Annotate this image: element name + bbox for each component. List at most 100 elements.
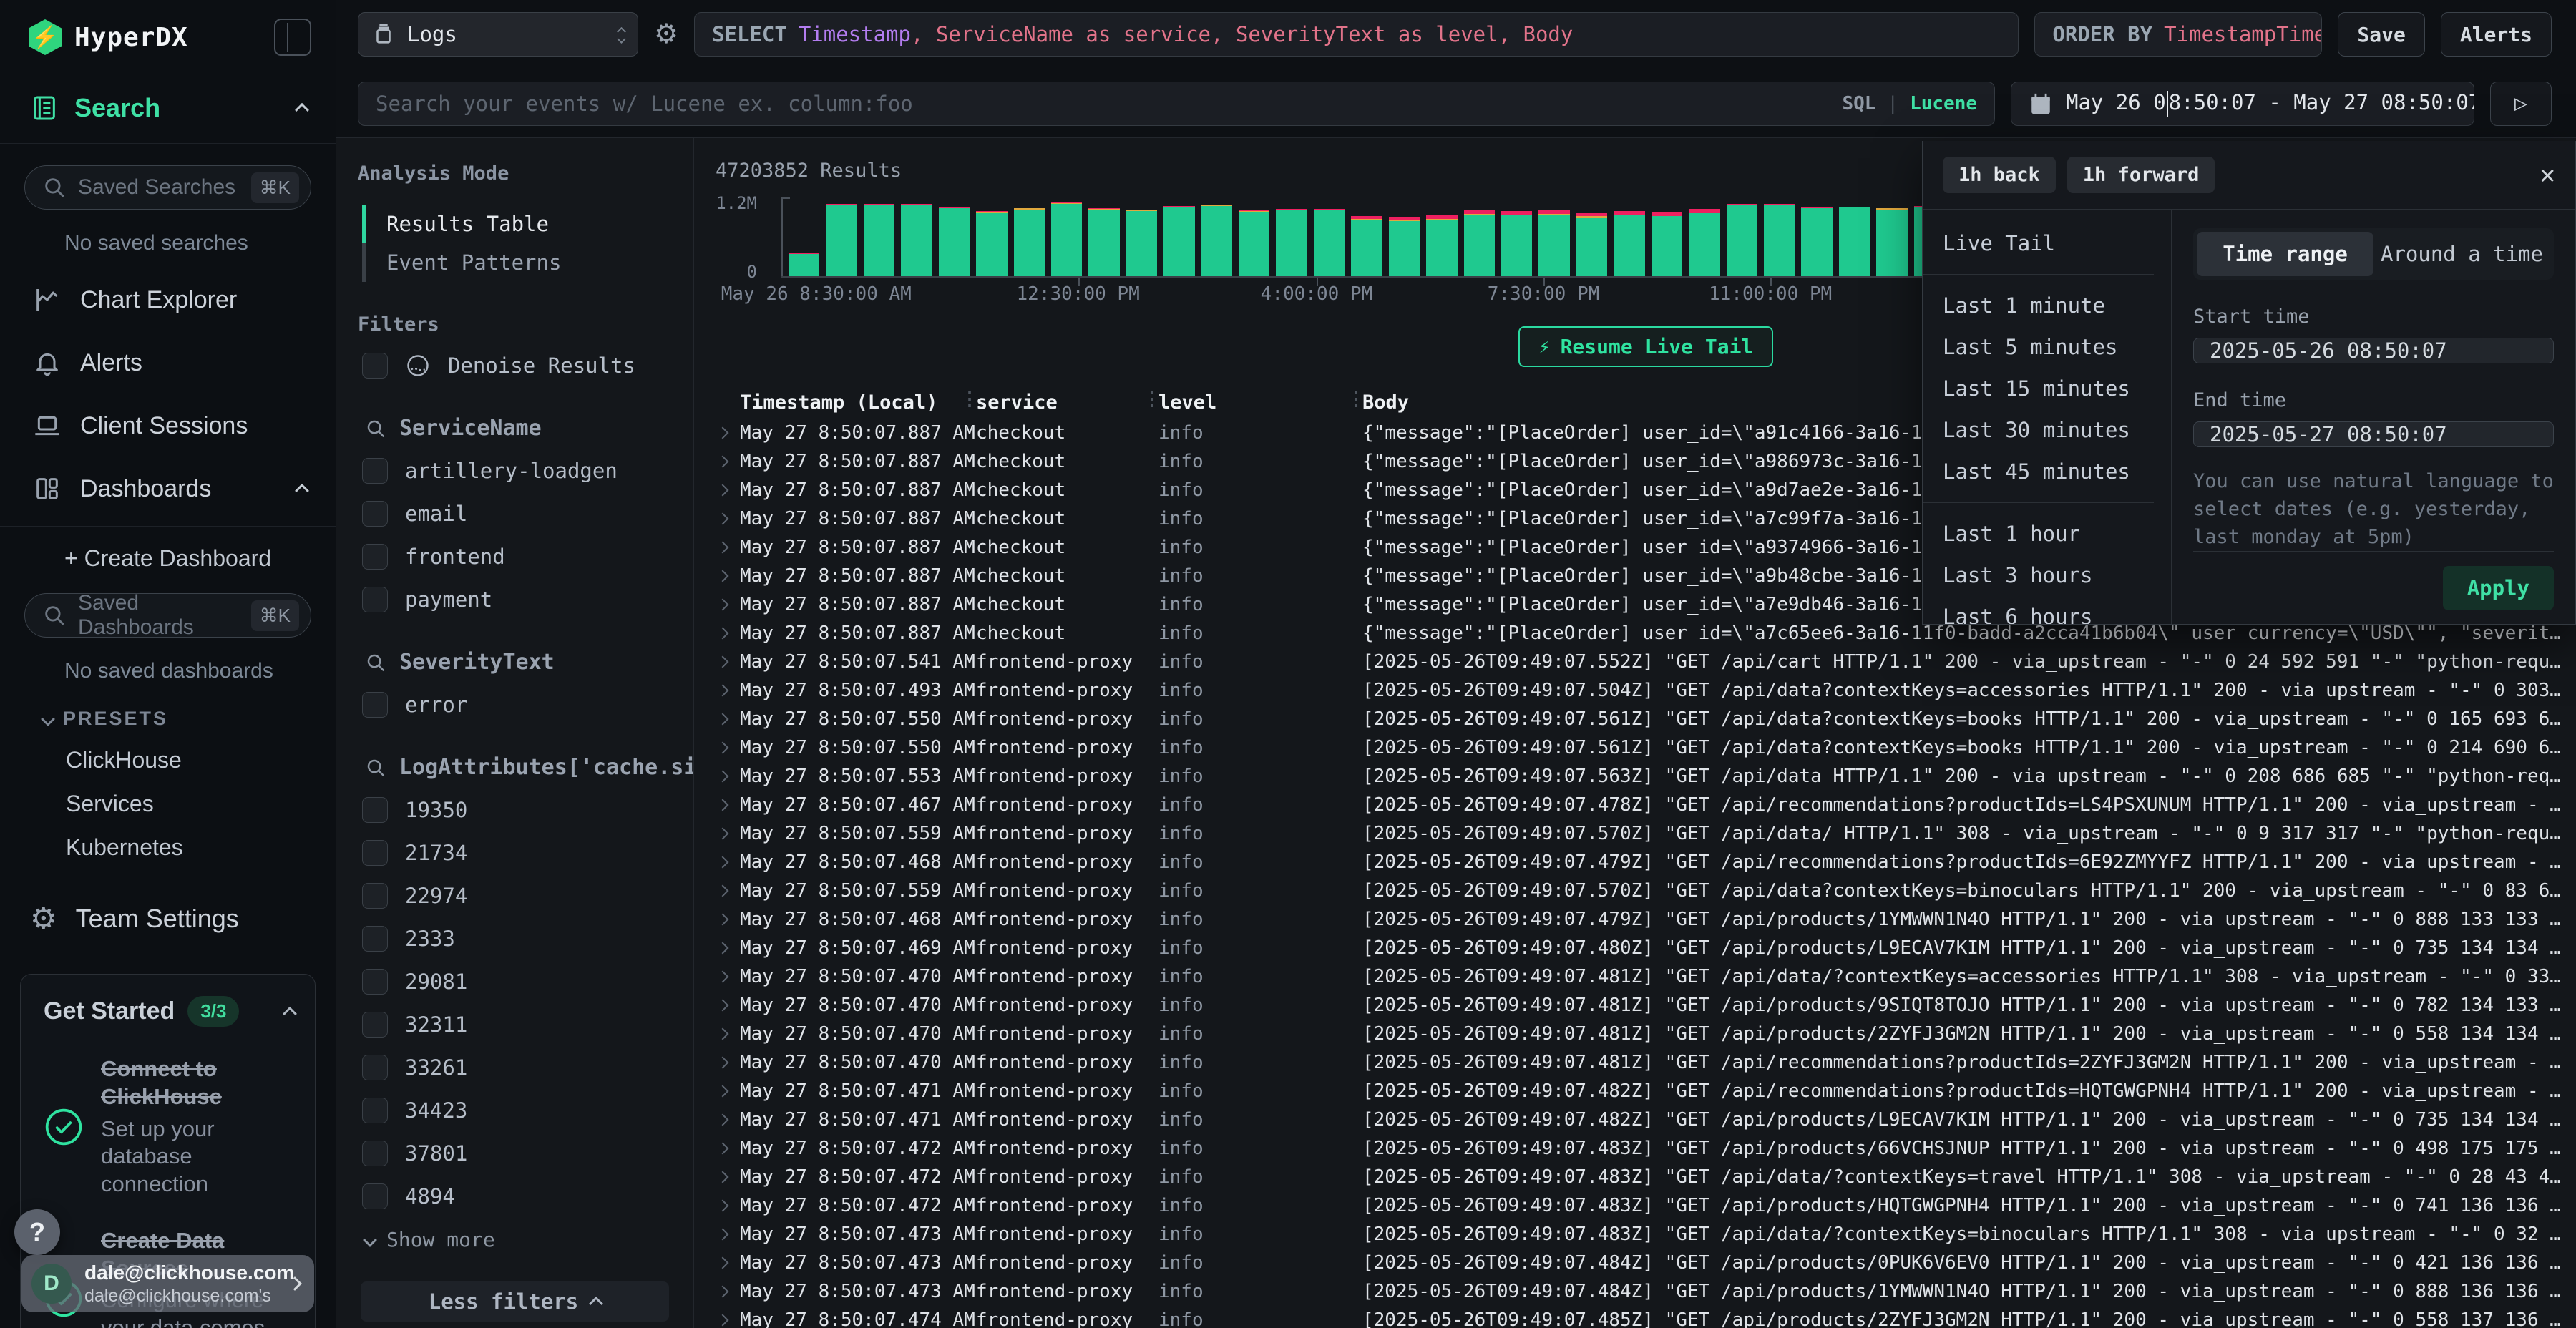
row-expand-chevron[interactable] (716, 684, 740, 698)
alerts-button[interactable]: Alerts (2441, 12, 2552, 57)
row-expand-chevron[interactable] (716, 484, 740, 497)
filter-option[interactable]: 29081 (358, 969, 672, 995)
row-expand-chevron[interactable] (716, 1027, 740, 1041)
lang-toggle-lucene[interactable]: Lucene (1910, 93, 1977, 114)
row-expand-chevron[interactable] (716, 655, 740, 669)
row-expand-chevron[interactable] (716, 884, 740, 898)
row-expand-chevron[interactable] (716, 1199, 740, 1213)
histogram-bar[interactable] (1426, 197, 1457, 276)
histogram-bar[interactable] (864, 197, 894, 276)
histogram-bar[interactable] (1088, 197, 1119, 276)
table-row[interactable]: May 27 8:50:07.473 AMfrontend-proxyinfo[… (716, 1277, 2576, 1306)
time-option[interactable]: Last 5 minutes (1923, 326, 2171, 368)
filter-option[interactable]: 34423 (358, 1098, 672, 1123)
row-expand-chevron[interactable] (716, 455, 740, 469)
sidebar-item-search[interactable]: Search (0, 72, 336, 144)
table-row[interactable]: May 27 8:50:07.471 AMfrontend-proxyinfo[… (716, 1105, 2576, 1134)
histogram-bar[interactable] (1689, 197, 1719, 276)
histogram-bar[interactable] (1876, 197, 1907, 276)
row-expand-chevron[interactable] (716, 570, 740, 583)
source-select[interactable]: Logs (358, 12, 638, 57)
end-time-input[interactable]: 2025-05-27 08:50:07 (2193, 421, 2554, 447)
table-row[interactable]: May 27 8:50:07.473 AMfrontend-proxyinfo[… (716, 1220, 2576, 1249)
table-row[interactable]: May 27 8:50:07.472 AMfrontend-proxyinfo[… (716, 1163, 2576, 1191)
row-expand-chevron[interactable] (716, 913, 740, 927)
saved-dashboards-input[interactable]: Saved Dashboards ⌘K (24, 593, 311, 638)
time-option[interactable]: Last 45 minutes (1923, 451, 2171, 492)
filter-option[interactable]: error (358, 692, 672, 718)
close-icon[interactable]: ✕ (2540, 162, 2555, 188)
apply-button[interactable]: Apply (2443, 566, 2554, 610)
checkbox[interactable] (362, 883, 388, 909)
row-expand-chevron[interactable] (716, 541, 740, 555)
order-by-input[interactable]: ORDER BYTimestampTime DESC (2034, 12, 2322, 57)
shift-1h-back-button[interactable]: 1h back (1943, 157, 2056, 193)
table-row[interactable]: May 27 8:50:07.470 AMfrontend-proxyinfo[… (716, 962, 2576, 991)
row-expand-chevron[interactable] (716, 1314, 740, 1327)
less-filters-button[interactable]: Less filters (361, 1281, 669, 1322)
table-row[interactable]: May 27 8:50:07.553 AMfrontend-proxyinfo[… (716, 762, 2576, 791)
table-row[interactable]: May 27 8:50:07.470 AMfrontend-proxyinfo[… (716, 991, 2576, 1020)
filter-option[interactable]: 22974 (358, 883, 672, 909)
query-settings-gear-icon[interactable]: ⚙ (654, 21, 678, 48)
row-expand-chevron[interactable] (716, 799, 740, 812)
filter-option[interactable]: 33261 (358, 1055, 672, 1080)
filter-option[interactable]: payment (358, 587, 672, 612)
histogram-bar[interactable] (1201, 197, 1232, 276)
filter-option[interactable]: 21734 (358, 840, 672, 866)
histogram-bar[interactable] (1727, 197, 1757, 276)
checkbox[interactable] (362, 353, 388, 379)
table-row[interactable]: May 27 8:50:07.469 AMfrontend-proxyinfo[… (716, 934, 2576, 962)
row-expand-chevron[interactable] (716, 741, 740, 755)
event-search-input[interactable]: Search your events w/ Lucene ex. column:… (358, 82, 1995, 126)
filter-option[interactable]: 32311 (358, 1012, 672, 1038)
table-row[interactable]: May 27 8:50:07.470 AMfrontend-proxyinfo[… (716, 1020, 2576, 1048)
date-range-input[interactable]: May 26 08:50:07 - May 27 08:50:07 d (2011, 82, 2474, 126)
table-row[interactable]: May 27 8:50:07.472 AMfrontend-proxyinfo[… (716, 1134, 2576, 1163)
row-expand-chevron[interactable] (716, 1113, 740, 1127)
chevron-up-icon[interactable] (283, 1006, 297, 1020)
row-expand-chevron[interactable] (716, 627, 740, 640)
row-expand-chevron[interactable] (716, 1171, 740, 1184)
row-expand-chevron[interactable] (716, 426, 740, 440)
histogram-bar[interactable] (1576, 197, 1607, 276)
checkbox[interactable] (362, 797, 388, 823)
filter-option[interactable]: email (358, 501, 672, 527)
help-button[interactable]: ? (14, 1209, 60, 1255)
table-row[interactable]: May 27 8:50:07.473 AMfrontend-proxyinfo[… (716, 1249, 2576, 1277)
histogram-bar[interactable] (1652, 197, 1682, 276)
table-row[interactable]: May 27 8:50:07.468 AMfrontend-proxyinfo[… (716, 848, 2576, 877)
lang-toggle-sql[interactable]: SQL (1842, 93, 1875, 114)
denoise-results-toggle[interactable]: Denoise Results (358, 353, 672, 379)
table-row[interactable]: May 27 8:50:07.550 AMfrontend-proxyinfo[… (716, 705, 2576, 733)
checkbox[interactable] (362, 587, 388, 612)
row-expand-chevron[interactable] (716, 770, 740, 783)
start-time-input[interactable]: 2025-05-26 08:50:07 (2193, 338, 2554, 363)
histogram-bar[interactable] (939, 197, 970, 276)
table-row[interactable]: May 27 8:50:07.467 AMfrontend-proxyinfo[… (716, 791, 2576, 819)
row-expand-chevron[interactable] (716, 598, 740, 612)
filter-option[interactable]: 19350 (358, 797, 672, 823)
row-expand-chevron[interactable] (716, 1085, 740, 1098)
shift-1h-forward-button[interactable]: 1h forward (2067, 157, 2215, 193)
histogram-bar[interactable] (1764, 197, 1795, 276)
tab-around-a-time[interactable]: Around a time (2373, 232, 2550, 276)
col-service[interactable]: ⋮service (976, 391, 1158, 414)
time-option[interactable]: Live Tail (1923, 223, 2171, 264)
row-expand-chevron[interactable] (716, 1228, 740, 1241)
time-option[interactable]: Last 6 hours (1923, 596, 2171, 624)
time-option[interactable]: Last 30 minutes (1923, 409, 2171, 451)
checkbox[interactable] (362, 1183, 388, 1209)
resume-live-tail-button[interactable]: ⚡ Resume Live Tail (1518, 326, 1774, 367)
filter-option[interactable]: 2333 (358, 926, 672, 952)
histogram-bar[interactable] (1276, 197, 1307, 276)
row-expand-chevron[interactable] (716, 970, 740, 984)
checkbox[interactable] (362, 1055, 388, 1080)
histogram-bar[interactable] (1839, 197, 1870, 276)
time-option[interactable]: Last 1 hour (1923, 513, 2171, 555)
table-row[interactable]: May 27 8:50:07.559 AMfrontend-proxyinfo[… (716, 877, 2576, 905)
checkbox[interactable] (362, 1012, 388, 1038)
checkbox[interactable] (362, 1141, 388, 1166)
time-option[interactable]: Last 15 minutes (1923, 368, 2171, 409)
checkbox[interactable] (362, 969, 388, 995)
